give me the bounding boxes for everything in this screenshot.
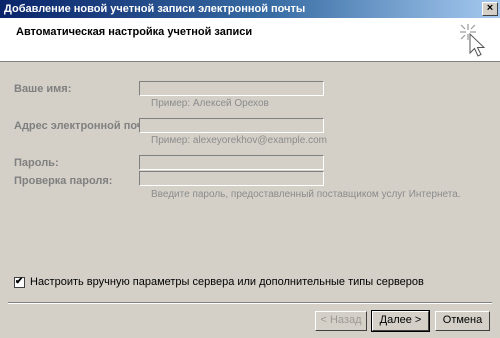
password-confirm-label: Проверка пароля: [14, 175, 113, 187]
name-label: Ваше имя: [14, 83, 72, 95]
next-button[interactable]: Далее > [371, 310, 430, 332]
email-hint: Пример: alexeyorekhov@example.com [151, 135, 327, 146]
manual-setup-label[interactable]: Настроить вручную параметры сервера или … [30, 276, 424, 288]
password-label: Пароль: [14, 157, 59, 169]
password-confirm-input[interactable] [139, 171, 324, 186]
page-title: Автоматическая настройка учетной записи [16, 26, 253, 38]
email-input[interactable] [139, 118, 324, 133]
password-hint: Введите пароль, предоставленный поставщи… [151, 189, 461, 200]
password-input[interactable] [139, 155, 324, 170]
window-title: Добавление новой учетной записи электрон… [4, 3, 306, 15]
wizard-header: Автоматическая настройка учетной записи [0, 18, 500, 62]
title-bar[interactable]: Добавление новой учетной записи электрон… [0, 0, 500, 18]
close-icon: × [486, 2, 494, 14]
dialog-window: Добавление новой учетной записи электрон… [0, 0, 500, 338]
name-input[interactable] [139, 81, 324, 96]
manual-setup-checkbox[interactable]: ✔ [14, 275, 25, 288]
cancel-button[interactable]: Отмена [435, 311, 490, 331]
close-button[interactable]: × [482, 2, 498, 16]
footer-divider [8, 302, 492, 304]
name-hint: Пример: Алексей Орехов [151, 98, 269, 109]
manual-setup-row: ✔ Настроить вручную параметры сервера ил… [14, 276, 424, 288]
back-button[interactable]: < Назад [315, 311, 367, 331]
cursor-sparkle-icon [460, 24, 486, 57]
check-icon: ✔ [15, 275, 24, 287]
